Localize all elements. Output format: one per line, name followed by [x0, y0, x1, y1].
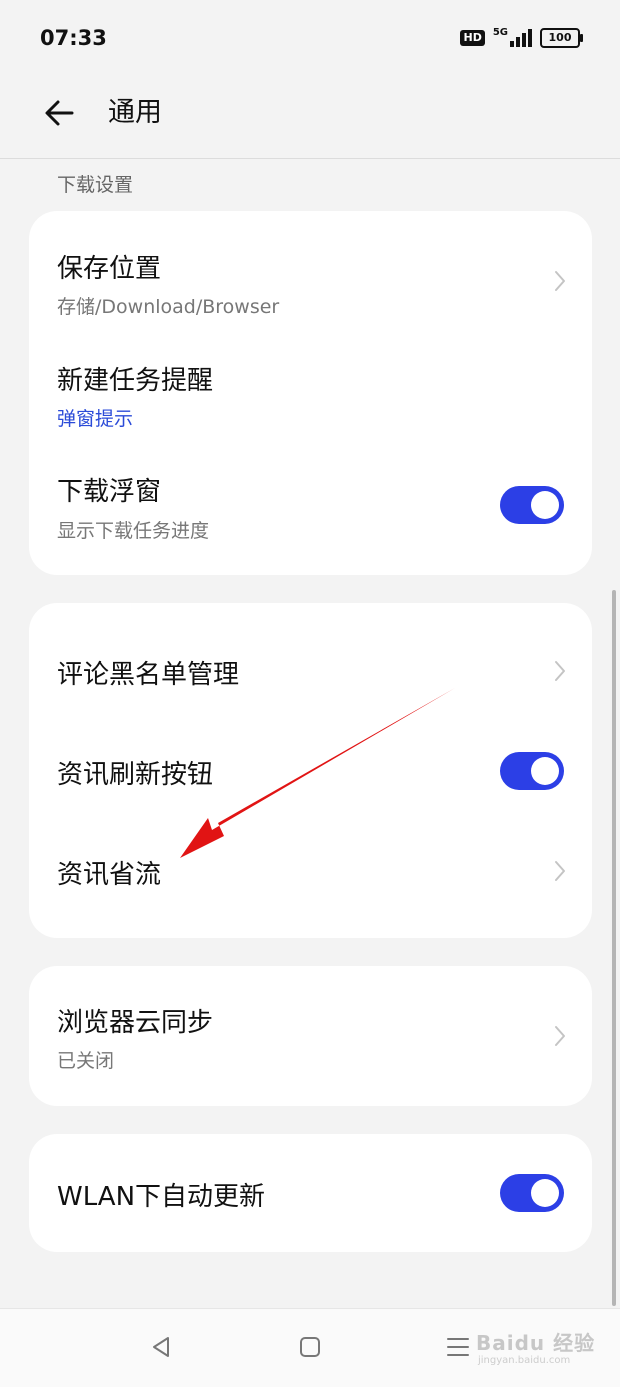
- status-icons: HD 5G 100: [460, 26, 583, 50]
- wlan-auto-update-row: WLAN下自动更新: [29, 1134, 592, 1252]
- page-title: 通用: [108, 97, 162, 128]
- save-location-title: 保存位置: [57, 254, 162, 284]
- chevron-right-icon: [555, 1026, 565, 1046]
- chevron-right-icon: [555, 861, 565, 881]
- comment-blacklist-title: 评论黑名单管理: [57, 660, 240, 690]
- chevron-right-icon: [555, 271, 565, 291]
- arrow-left-icon[interactable]: [40, 93, 80, 133]
- cloud-sync-status: 已关闭: [57, 1050, 115, 1072]
- watermark-brand: Baidu 经验: [476, 1331, 596, 1355]
- triangle-back-icon[interactable]: [146, 1331, 178, 1363]
- wlan-auto-update-title: WLAN下自动更新: [57, 1182, 266, 1212]
- save-location-row[interactable]: 保存位置 存储/Download/Browser: [29, 211, 592, 327]
- news-refresh-button-title: 资讯刷新按钮: [57, 760, 214, 790]
- network-type-label: 5G: [492, 26, 508, 38]
- toggle-knob: [531, 1179, 559, 1207]
- download-settings-card: 保存位置 存储/Download/Browser 新建任务提醒 弹窗提示 下载浮…: [29, 211, 592, 575]
- new-task-reminder-title: 新建任务提醒: [57, 366, 214, 396]
- news-data-saver-title: 资讯省流: [57, 860, 162, 890]
- battery-icon: 100: [540, 28, 583, 48]
- chevron-right-icon: [555, 661, 565, 681]
- save-location-subtitle: 存储/Download/Browser: [57, 296, 280, 318]
- download-float-title: 下载浮窗: [57, 477, 162, 507]
- toggle-knob: [531, 491, 559, 519]
- wlan-auto-update-toggle[interactable]: [500, 1174, 564, 1212]
- status-bar: 07:33 HD 5G 100: [0, 0, 620, 76]
- news-settings-card: 评论黑名单管理 资讯刷新按钮 资讯省流: [29, 603, 592, 938]
- signal-icon: [510, 29, 532, 47]
- wlan-update-card: WLAN下自动更新: [29, 1134, 592, 1252]
- cloud-sync-title: 浏览器云同步: [57, 1008, 214, 1038]
- cloud-sync-card: 浏览器云同步 已关闭: [29, 966, 592, 1106]
- download-float-subtitle: 显示下载任务进度: [57, 520, 210, 542]
- new-task-reminder-value: 弹窗提示: [57, 408, 134, 430]
- header-divider: [0, 158, 620, 159]
- hd-badge: HD: [460, 30, 485, 46]
- scrollbar[interactable]: [612, 590, 616, 1306]
- download-float-row: 下载浮窗 显示下载任务进度: [29, 439, 592, 575]
- watermark-url: jingyan.baidu.com: [478, 1355, 571, 1366]
- news-data-saver-row[interactable]: 资讯省流: [29, 821, 592, 921]
- news-refresh-button-row: 资讯刷新按钮: [29, 721, 592, 821]
- section-label-download: 下载设置: [57, 174, 134, 196]
- download-float-toggle[interactable]: [500, 486, 564, 524]
- comment-blacklist-row[interactable]: 评论黑名单管理: [29, 621, 592, 721]
- toggle-knob: [531, 757, 559, 785]
- app-header: 通用: [0, 76, 620, 158]
- navigation-bar: Baidu 经验 jingyan.baidu.com: [0, 1308, 620, 1387]
- cloud-sync-row[interactable]: 浏览器云同步 已关闭: [29, 966, 592, 1106]
- news-refresh-button-toggle[interactable]: [500, 752, 564, 790]
- status-time: 07:33: [40, 26, 107, 50]
- new-task-reminder-row[interactable]: 新建任务提醒 弹窗提示: [29, 327, 592, 439]
- hamburger-menu-icon[interactable]: [442, 1331, 474, 1363]
- square-home-icon[interactable]: [294, 1331, 326, 1363]
